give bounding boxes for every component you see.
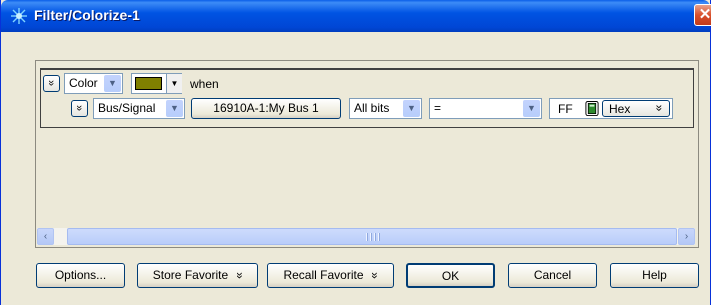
bits-select[interactable]: All bits ▼ <box>349 98 422 119</box>
cancel-button-label: Cancel <box>533 268 572 282</box>
value-field[interactable]: FF Hex » <box>549 98 673 119</box>
close-button[interactable]: ✕ <box>694 4 711 26</box>
scroll-left-button[interactable]: ‹ <box>37 228 54 245</box>
scrollbar-thumb[interactable] <box>67 228 677 245</box>
action-select-value: Color <box>69 76 98 90</box>
scroll-right-icon: › <box>684 231 689 242</box>
value-text: FF <box>558 102 573 116</box>
double-chevron-icon: » <box>367 272 382 279</box>
chevron-down-icon: ▼ <box>523 100 540 117</box>
bits-value: All bits <box>354 101 390 115</box>
close-icon: ✕ <box>698 6 711 23</box>
filter-icon <box>11 8 27 24</box>
cancel-button[interactable]: Cancel <box>508 263 597 288</box>
operator-select[interactable]: = ▼ <box>429 98 542 119</box>
rules-panel: » Color ▼ ▼ when » Bus/Signal ▼ 16910A-1… <box>35 60 699 248</box>
base-value: Hex <box>609 102 631 116</box>
ok-button-label: OK <box>441 269 460 283</box>
help-button-label: Help <box>642 268 667 282</box>
color-dropdown-icon[interactable]: ▼ <box>166 74 182 93</box>
color-swatch <box>135 77 162 90</box>
signal-type-value: Bus/Signal <box>98 101 156 115</box>
horizontal-scrollbar[interactable]: ‹ › <box>37 228 695 245</box>
window-title: Filter/Colorize-1 <box>34 7 140 23</box>
bus-signal-label: 16910A-1:My Bus 1 <box>213 101 319 115</box>
chevron-down-icon: ▼ <box>403 100 420 117</box>
bus-signal-button[interactable]: 16910A-1:My Bus 1 <box>191 98 341 119</box>
options-button-label: Options... <box>54 268 107 282</box>
scroll-left-icon: ‹ <box>43 231 48 242</box>
double-chevron-icon: » <box>73 104 86 112</box>
store-favorite-button[interactable]: Store Favorite » <box>137 263 258 288</box>
operator-value: = <box>434 101 442 115</box>
double-chevron-icon: » <box>45 79 58 87</box>
help-button[interactable]: Help <box>610 263 699 288</box>
base-select[interactable]: Hex » <box>602 100 670 117</box>
scroll-right-button[interactable]: › <box>678 228 695 245</box>
filter-colorize-dialog: Filter/Colorize-1 ✕ » Color ▼ ▼ when » B… <box>0 0 711 305</box>
store-favorite-label: Store Favorite <box>152 268 229 282</box>
double-chevron-icon: » <box>232 272 247 279</box>
double-chevron-icon: » <box>652 104 667 112</box>
ok-button[interactable]: OK <box>406 263 495 288</box>
recall-favorite-label: Recall Favorite <box>283 268 364 282</box>
color-picker[interactable]: ▼ <box>131 73 182 94</box>
chevron-down-icon: ▼ <box>166 100 183 117</box>
calculator-icon[interactable] <box>585 101 599 116</box>
scrollbar-grip <box>366 233 380 241</box>
condition-expand-button[interactable]: » <box>71 100 88 117</box>
action-select[interactable]: Color ▼ <box>64 73 123 94</box>
options-button[interactable]: Options... <box>36 263 125 288</box>
title-bar[interactable]: Filter/Colorize-1 ✕ <box>1 0 711 32</box>
recall-favorite-button[interactable]: Recall Favorite » <box>267 263 394 288</box>
filter-rule: » Color ▼ ▼ when » Bus/Signal ▼ 16910A-1… <box>40 68 694 128</box>
chevron-down-icon: ▼ <box>104 75 121 92</box>
rule-expand-button[interactable]: » <box>43 75 60 92</box>
when-label: when <box>190 77 219 91</box>
signal-type-select[interactable]: Bus/Signal ▼ <box>93 98 185 119</box>
